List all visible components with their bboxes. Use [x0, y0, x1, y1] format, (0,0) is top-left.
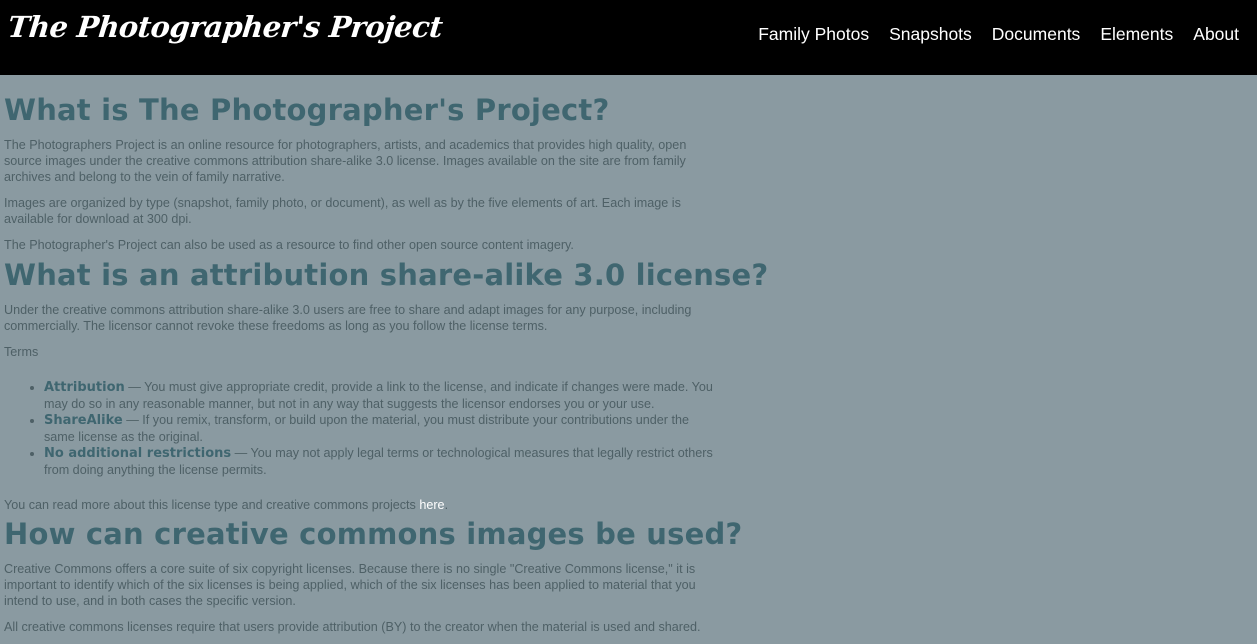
paragraph-attribution: All creative commons licenses require th… [4, 620, 701, 634]
heading-what-is: What is The Photographer's Project? [4, 93, 610, 127]
term-name: ShareAlike [44, 413, 123, 428]
heading-license: What is an attribution share-alike 3.0 l… [4, 258, 769, 292]
site-logo[interactable]: The Photographer's Project [6, 10, 444, 44]
main-content: What is The Photographer's Project? The … [4, 92, 769, 635]
term-name: No additional restrictions [44, 446, 232, 461]
nav-family-photos[interactable]: Family Photos [758, 24, 869, 45]
main-nav: Family Photos Snapshots Documents Elemen… [738, 24, 1239, 45]
paragraph-organization: Images are organized by type (snapshot, … [4, 196, 681, 226]
site-header: The Photographer's Project Family Photos… [0, 0, 1257, 75]
list-item: No additional restrictions — You may not… [44, 445, 720, 478]
paragraph-resource: The Photographer's Project can also be u… [4, 238, 574, 252]
read-more-end: . [444, 498, 449, 512]
paragraph-read-more: You can read more about this license typ… [4, 497, 720, 513]
heading-how-used: How can creative commons images be used? [4, 517, 743, 551]
term-name: Attribution [44, 380, 125, 395]
terms-list: Attribution — You must give appropriate … [4, 379, 720, 478]
term-text: — If you remix, transform, or build upon… [44, 413, 690, 444]
nav-about[interactable]: About [1193, 24, 1239, 45]
list-item: Attribution — You must give appropriate … [44, 379, 720, 412]
terms-label: Terms [4, 345, 39, 359]
here-link[interactable]: here [419, 498, 444, 512]
nav-elements[interactable]: Elements [1100, 24, 1173, 45]
paragraph-intro: The Photographers Project is an online r… [4, 138, 687, 184]
read-more-text: You can read more about this license typ… [4, 498, 420, 512]
paragraph-licenses: Creative Commons offers a core suite of … [4, 562, 696, 608]
term-text: — You must give appropriate credit, prov… [44, 380, 713, 411]
nav-snapshots[interactable]: Snapshots [889, 24, 972, 45]
paragraph-license: Under the creative commons attribution s… [4, 303, 692, 333]
list-item: ShareAlike — If you remix, transform, or… [44, 412, 720, 445]
nav-documents[interactable]: Documents [992, 24, 1081, 45]
